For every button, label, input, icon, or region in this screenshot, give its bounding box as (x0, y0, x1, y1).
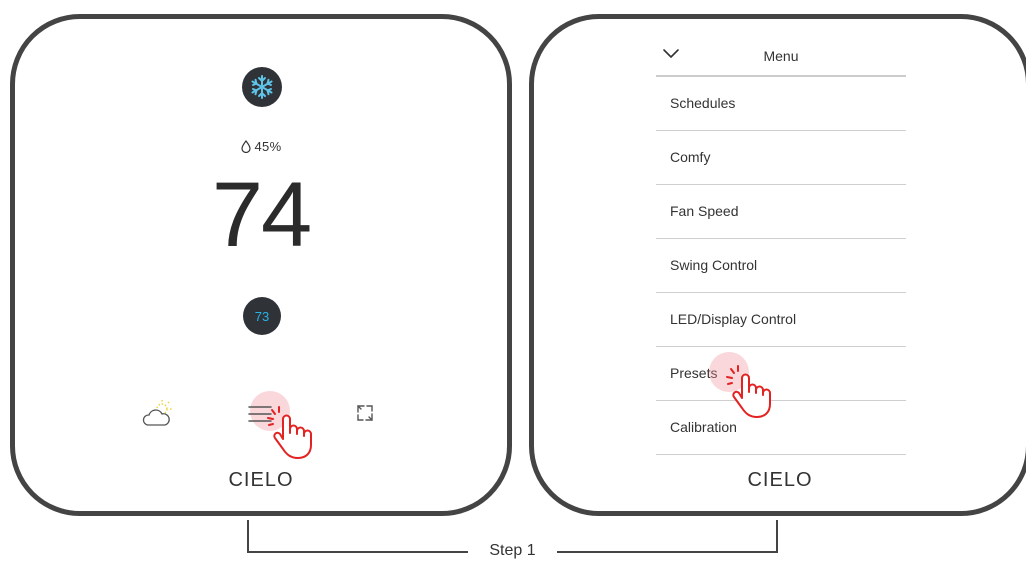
menu-item-calibration[interactable]: Calibration (656, 401, 906, 455)
tap-hand-icon (265, 405, 315, 466)
sun-cloud-icon[interactable] (141, 399, 175, 434)
humidity-readout: 45% (15, 139, 507, 156)
menu-item-comfy[interactable]: Comfy (656, 131, 906, 185)
current-temperature: 74 (211, 164, 312, 266)
tap-hand-icon (724, 364, 774, 425)
menu-item-presets[interactable]: Presets (656, 347, 906, 401)
menu-item-schedules[interactable]: Schedules (656, 77, 906, 131)
menu-item-fan-speed[interactable]: Fan Speed (656, 185, 906, 239)
bracket-line-right (557, 551, 778, 553)
setpoint-value: 73 (254, 308, 270, 324)
droplet-icon (240, 140, 251, 156)
menu-list: Menu Schedules Comfy Fan Speed Swing Con… (656, 37, 906, 455)
menu-header: Menu (656, 37, 906, 77)
snowflake-icon[interactable] (242, 67, 282, 107)
bracket-line-left (247, 551, 468, 553)
menu-item-led-display-control[interactable]: LED/Display Control (656, 293, 906, 347)
setpoint-button[interactable]: 73 (243, 297, 281, 335)
menu-title: Menu (763, 48, 799, 64)
expand-icon[interactable] (353, 401, 377, 430)
step-label: Step 1 (489, 542, 536, 559)
thermostat-home-screen: 45% 74 73 CIELO (10, 14, 512, 516)
cielo-logo: CIELO (228, 469, 294, 491)
cielo-logo: CIELO (747, 469, 813, 491)
humidity-value: 45% (254, 139, 282, 154)
thermostat-menu-screen: Menu Schedules Comfy Fan Speed Swing Con… (529, 14, 1026, 516)
tutorial-stage: 45% 74 73 CIELO Menu Schedules Comfy Fan… (0, 0, 1026, 565)
menu-item-swing-control[interactable]: Swing Control (656, 239, 906, 293)
